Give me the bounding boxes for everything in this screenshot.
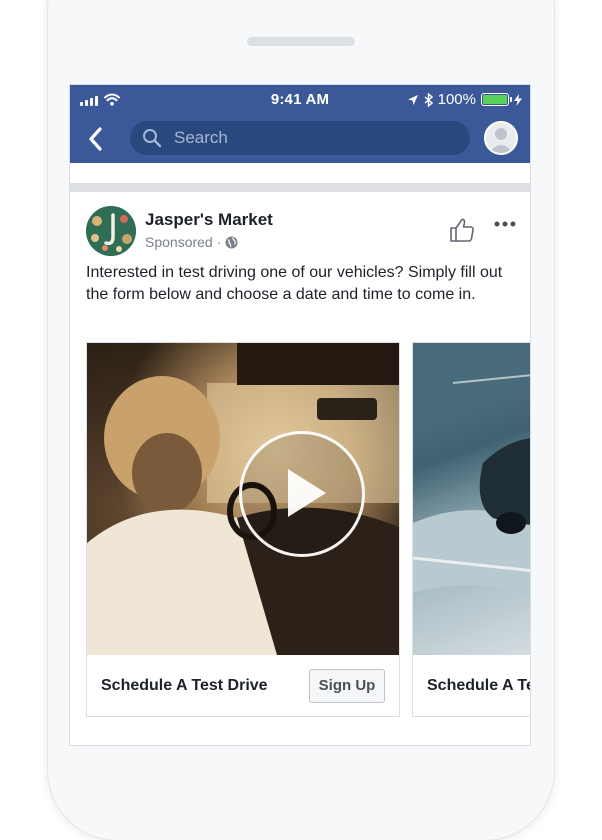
thumbs-up-icon[interactable] [449,217,475,243]
battery-icon [481,93,512,106]
page-logo[interactable] [86,206,136,256]
lightning-icon [514,93,522,106]
nav-bar: Search [70,115,530,163]
more-dots-icon[interactable] [494,221,516,227]
sponsored-post: Jasper's Market Sponsored · Interested i… [70,192,530,745]
status-bar: 9:41 AM 100% [70,85,530,115]
bluetooth-icon [424,92,433,107]
card-image[interactable] [413,343,530,655]
globe-icon [225,236,238,248]
profile-avatar-icon[interactable] [484,121,518,155]
play-icon[interactable] [239,431,365,557]
feed-divider [70,183,530,192]
chevron-left-icon[interactable] [86,126,106,152]
carousel-card[interactable]: Schedule A Test Drive [412,342,530,717]
page-name[interactable]: Jasper's Market [145,210,273,230]
video-thumbnail[interactable] [87,343,399,655]
carousel-card[interactable]: Schedule A Test Drive Sign Up [86,342,400,717]
card-title: Schedule A Test Drive [427,677,530,694]
sponsored-line: Sponsored · [145,234,238,250]
sign-up-button[interactable]: Sign Up [309,669,385,703]
card-footer: Schedule A Test Drive Sign Up [87,655,399,716]
phone-screen: 9:41 AM 100% Search Jasper's Market Spon… [70,85,530,745]
search-placeholder: Search [174,128,228,147]
card-footer: Schedule A Test Drive [413,655,530,716]
carousel: Schedule A Test Drive Sign Up Schedule A… [86,342,530,722]
separator-dot: · [216,234,222,250]
feed-spacer [70,163,530,183]
search-input[interactable]: Search [130,121,470,155]
sponsored-label: Sponsored [145,234,213,250]
post-text: Interested in test driving one of our ve… [86,264,503,303]
card-title: Schedule A Test Drive [101,677,268,694]
battery-percent: 100% [437,91,476,108]
search-icon [143,129,162,148]
phone-speaker [247,37,355,46]
status-right: 100% [407,91,522,108]
location-arrow-icon [407,94,418,105]
